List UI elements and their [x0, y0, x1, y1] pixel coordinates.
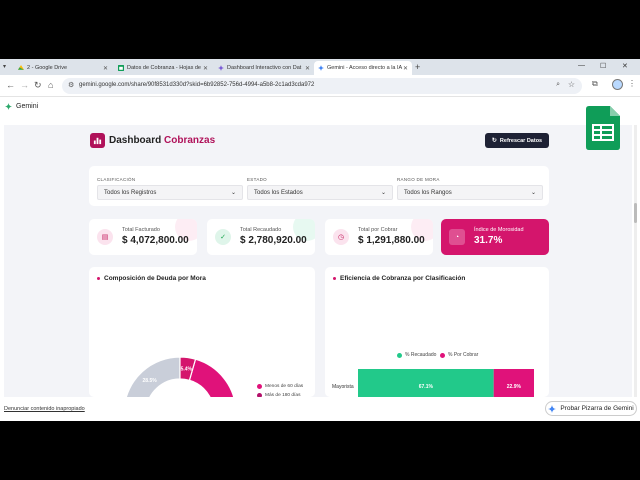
sheets-icon	[118, 65, 124, 71]
legend-swatch	[440, 352, 445, 358]
tab-strip: ▾ 2 - Google Drive ✕ Datos de Cobranza -…	[0, 59, 640, 75]
bar-category-label: Mayorista	[332, 384, 354, 390]
donut-legend-item[interactable]: Menos de 60 días	[257, 384, 303, 389]
chevron-down-icon: ⌄	[380, 190, 386, 196]
kpi-indice-morosidad: ◔ Índice de Morosidad 31.7%	[441, 219, 549, 255]
close-window-icon[interactable]: ✕	[622, 62, 628, 70]
forward-icon[interactable]: →	[20, 80, 29, 90]
invoice-icon: ▤	[97, 229, 113, 245]
footer: Denunciar contenido inapropiado Probar P…	[0, 397, 640, 421]
clock-icon: ◷	[333, 229, 349, 245]
clasificacion-select[interactable]: Todos los Registros ⌄	[97, 185, 243, 200]
filters-panel: CLASIFICACIÓN Todos los Registros ⌄ ESTA…	[89, 166, 549, 206]
address-bar: ← → ↻ ⌂ ⚙ gemini.google.com/share/90f853…	[0, 75, 640, 97]
reload-icon[interactable]: ↻	[34, 80, 42, 90]
rango-mora-select[interactable]: Todos los Rangos ⌄	[397, 185, 543, 200]
home-icon[interactable]: ⌂	[48, 80, 53, 90]
chevron-down-icon: ⌄	[530, 190, 536, 196]
close-icon[interactable]: ✕	[103, 65, 108, 72]
google-sheets-icon[interactable]	[586, 106, 620, 150]
tab-gemini[interactable]: Gemini - Acceso directo a la IA ✕	[314, 61, 412, 75]
title-dot	[333, 277, 336, 280]
donut-data-label: 28.5%	[143, 378, 158, 384]
tab-sheets[interactable]: Datos de Cobranza - Hojas de ✕	[114, 61, 212, 75]
donut-data-label: 5.4%	[181, 366, 193, 372]
gemini-star-icon	[218, 65, 224, 71]
title-dot	[97, 277, 100, 280]
check-circle-icon: ✓	[215, 229, 231, 245]
gemini-logo-icon	[5, 103, 12, 110]
extensions-icon[interactable]: ⧉	[592, 79, 598, 89]
gemini-star-icon	[548, 404, 557, 413]
chart-icon	[90, 132, 105, 148]
legend-por-cobrar[interactable]: % Por Cobrar	[440, 352, 478, 358]
pie-chart-icon: ◔	[449, 229, 465, 245]
minimize-icon[interactable]: —	[578, 62, 585, 69]
maximize-icon[interactable]: ☐	[600, 62, 606, 70]
scrollbar[interactable]	[634, 125, 637, 397]
bookmark-star-icon[interactable]: ☆	[568, 80, 575, 89]
chevron-down-icon: ⌄	[230, 190, 236, 196]
gemini-star-icon	[318, 65, 324, 71]
gemini-title: Gemini	[16, 103, 39, 110]
close-icon[interactable]: ✕	[305, 65, 310, 72]
legend-swatch	[397, 352, 402, 358]
pizarra-button[interactable]: Probar Pizarra de Gemini	[545, 401, 637, 416]
avatar[interactable]	[612, 79, 623, 90]
report-link[interactable]: Denunciar contenido inapropiado	[4, 406, 85, 412]
legend-label: Menos de 60 días	[265, 384, 304, 389]
kpi-total-facturado: ▤ Total Facturado $ 4,072,800.00	[89, 219, 197, 255]
tab-search-icon[interactable]: ▾	[3, 63, 6, 70]
bar-chart-title: Eficiencia de Cobranza por Clasificación	[333, 275, 465, 282]
bar-data-label: 22.9%	[507, 384, 522, 390]
scrollbar-thumb[interactable]	[634, 203, 637, 223]
filter-estado: ESTADO Todos los Estados ⌄	[247, 177, 393, 200]
zoom-icon[interactable]: ⌕	[556, 81, 560, 89]
close-icon[interactable]: ✕	[203, 65, 208, 72]
close-icon[interactable]: ✕	[403, 65, 408, 72]
kpi-total-por-cobrar: ◷ Total por Cobrar $ 1,291,880.00	[325, 219, 433, 255]
new-tab-icon[interactable]: +	[415, 62, 420, 72]
bar-data-label: 67.1%	[419, 384, 434, 390]
dashboard-header: Dashboard Cobranzas	[90, 132, 215, 148]
back-icon[interactable]: ←	[6, 80, 15, 90]
refresh-icon: ↻	[491, 138, 497, 144]
tab-google-drive[interactable]: 2 - Google Drive ✕	[14, 61, 112, 75]
browser-window: ▾ 2 - Google Drive ✕ Datos de Cobranza -…	[0, 59, 640, 421]
site-info-icon[interactable]: ⚙	[68, 81, 74, 89]
refresh-button[interactable]: ↻ Refrescar Datos	[485, 133, 549, 148]
legend-swatch	[257, 384, 262, 389]
menu-icon[interactable]: ⋮	[628, 79, 636, 88]
kpi-total-recaudado: ✓ Total Recaudado $ 2,780,920.00	[207, 219, 315, 255]
filter-clasificacion: CLASIFICACIÓN Todos los Registros ⌄	[97, 177, 243, 200]
filter-rango-mora: RANGO DE MORA Todos los Rangos ⌄	[397, 177, 543, 200]
url-input[interactable]: ⚙ gemini.google.com/share/90f8531d330d?s…	[62, 78, 582, 94]
legend-recaudado[interactable]: % Recaudado	[397, 352, 436, 358]
donut-chart-title: Composición de Deuda por Mora	[97, 275, 206, 282]
estado-select[interactable]: Todos los Estados ⌄	[247, 185, 393, 200]
gemini-header: Gemini	[0, 98, 640, 116]
drive-icon	[18, 65, 24, 70]
page-title: Dashboard Cobranzas	[109, 134, 216, 146]
tab-dashboard[interactable]: Dashboard Interactivo con Dat ✕	[214, 61, 314, 75]
